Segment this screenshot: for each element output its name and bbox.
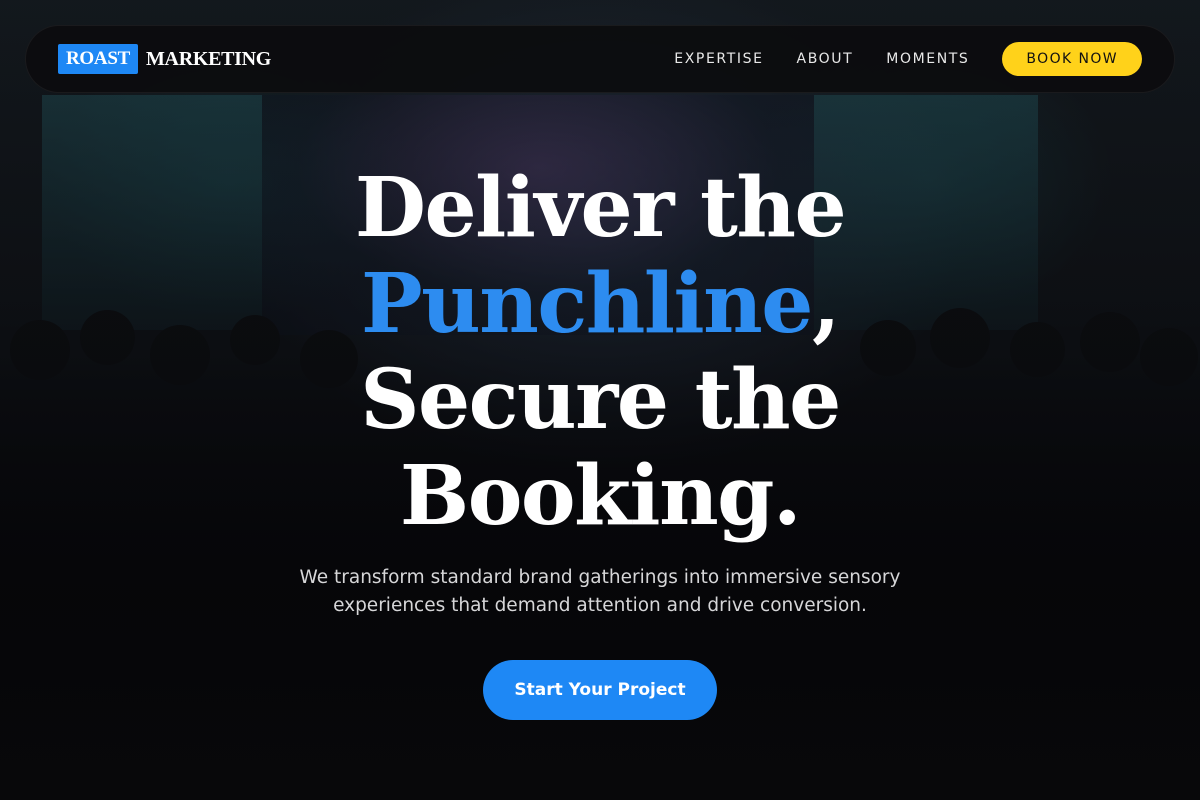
brand-logo[interactable]: ROAST MARKETING: [58, 44, 271, 74]
headline-line-3: Secure the: [360, 352, 841, 448]
top-navigation-bar: ROAST MARKETING EXPERTISE ABOUT MOMENTS …: [25, 25, 1175, 93]
nav-link-moments[interactable]: MOMENTS: [886, 51, 969, 67]
headline-comma: ,: [811, 256, 841, 352]
nav-links: EXPERTISE ABOUT MOMENTS BOOK NOW: [674, 42, 1142, 76]
nav-link-about[interactable]: ABOUT: [797, 51, 854, 67]
headline-line-4: Booking.: [399, 448, 802, 544]
book-now-button[interactable]: BOOK NOW: [1002, 42, 1142, 76]
hero-subtitle: We transform standard brand gatherings i…: [299, 567, 901, 616]
hero-section: Deliver the Punchline, Secure the Bookin…: [0, 160, 1200, 720]
logo-mark: ROAST: [58, 44, 138, 74]
nav-link-expertise[interactable]: EXPERTISE: [674, 51, 763, 67]
hero-headline: Deliver the Punchline, Secure the Bookin…: [0, 160, 1200, 544]
logo-text: MARKETING: [145, 47, 272, 70]
headline-accent-word: Punchline: [360, 256, 814, 352]
start-project-button[interactable]: Start Your Project: [483, 660, 717, 720]
headline-line-1: Deliver the: [354, 160, 847, 256]
